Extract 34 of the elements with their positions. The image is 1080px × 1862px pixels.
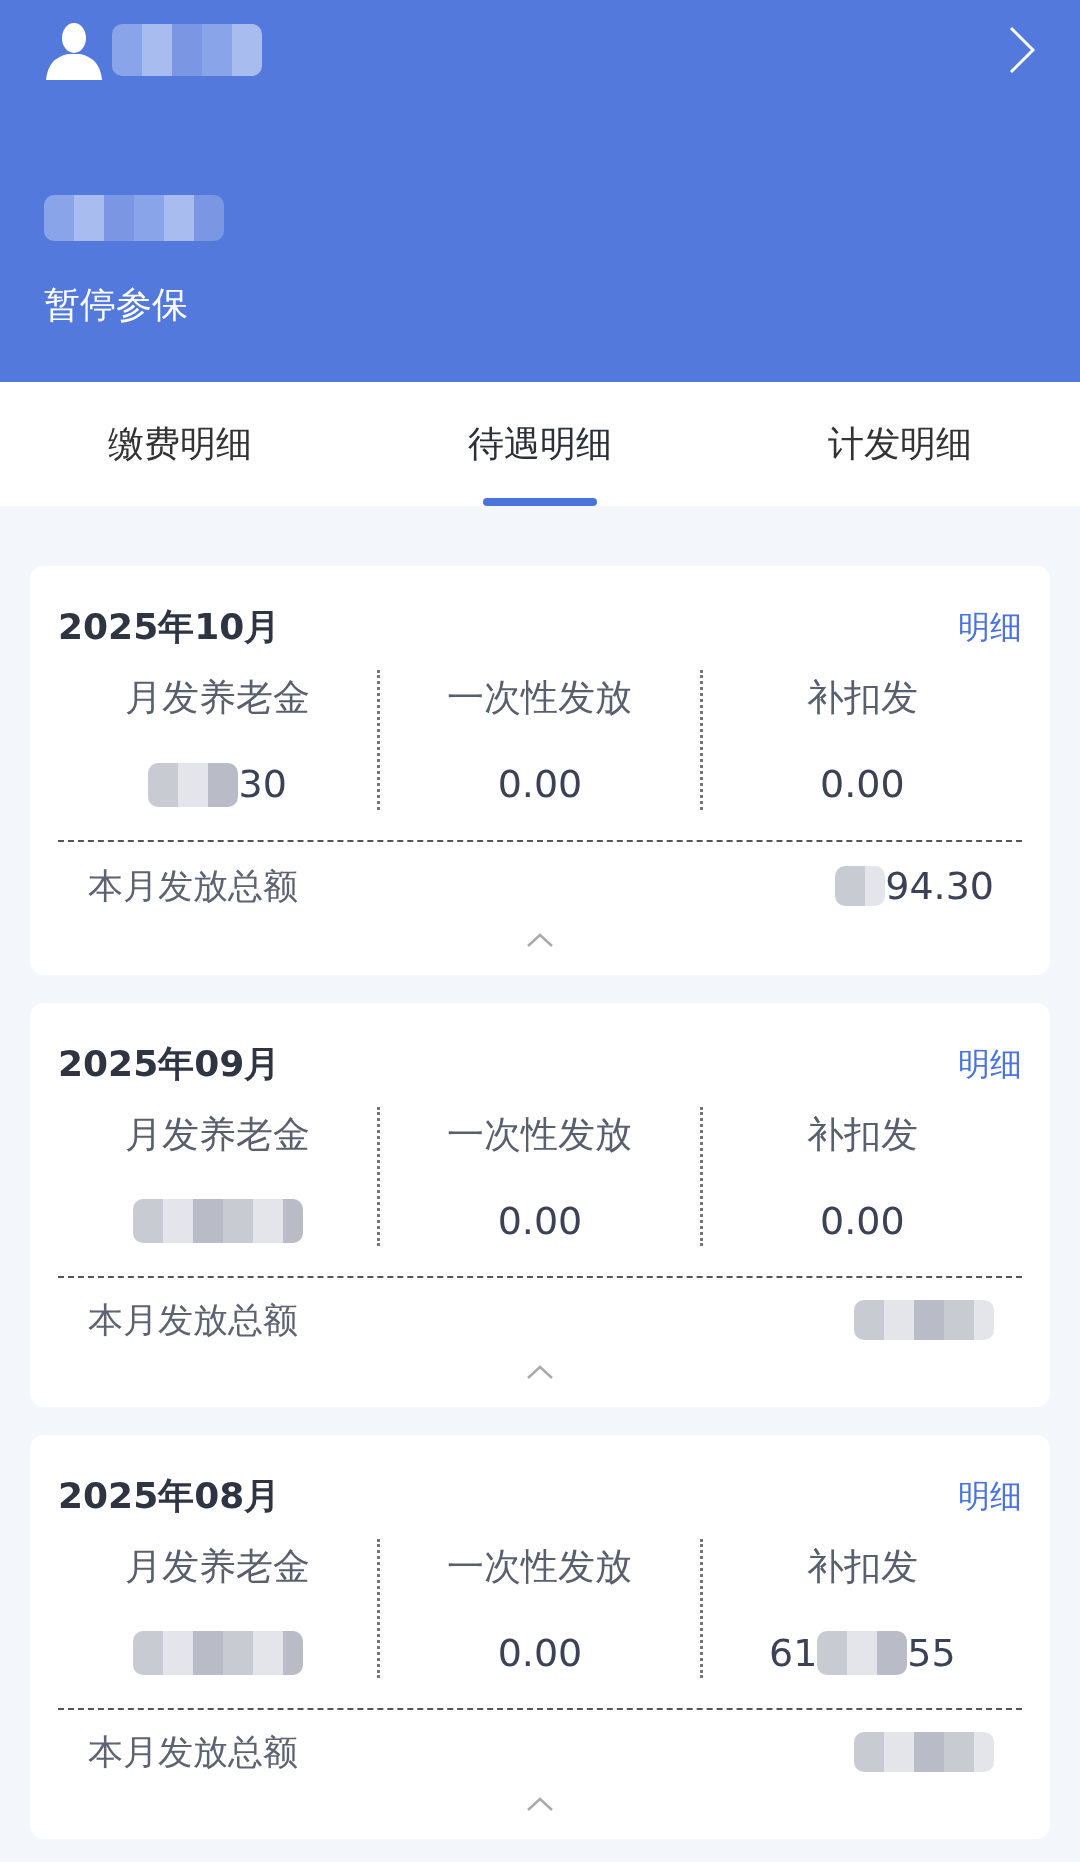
month-title: 2025年10月 [58, 605, 281, 649]
column-label: 月发养老金 [124, 675, 312, 721]
column-label: 一次性发放 [446, 1543, 634, 1590]
total-label: 本月发放总额 [87, 1731, 298, 1774]
status-text: 暂停参保 [44, 283, 189, 327]
tab[interactable]: 计发明细 [720, 382, 1080, 506]
detail-link[interactable]: 明细 [958, 1471, 1022, 1520]
amount-text: 30 [238, 761, 287, 808]
column-label: 补扣发 [805, 675, 919, 721]
amount-text: 0.00 [497, 761, 583, 808]
total-label: 本月发放总额 [87, 1299, 298, 1342]
amount-text: 0.00 [820, 1197, 905, 1245]
column-label: 一次性发放 [446, 675, 634, 721]
column-label: 补扣发 [805, 1543, 919, 1590]
amount-text: 94.30 [885, 862, 994, 910]
amount-text: 55 [907, 1629, 956, 1677]
total-label: 本月发放总额 [87, 864, 298, 908]
user-icon [44, 20, 104, 80]
tab[interactable]: 待遇明细 [360, 382, 720, 506]
amount-text: 0.00 [820, 761, 905, 808]
detail-link[interactable]: 明细 [958, 603, 1022, 651]
tab[interactable]: 缴费明细 [0, 382, 360, 506]
month-title: 2025年08月 [58, 1473, 281, 1518]
amount-text: 0.00 [497, 1197, 583, 1245]
amount-text: 0.00 [497, 1629, 583, 1677]
column-label: 一次性发放 [446, 1111, 634, 1158]
detail-link[interactable]: 明细 [958, 1039, 1022, 1088]
column-label: 月发养老金 [124, 1543, 312, 1590]
chevron-right-icon[interactable] [1008, 25, 1036, 75]
column-label: 月发养老金 [124, 1111, 312, 1158]
amount-text: 61 [768, 1629, 818, 1677]
month-title: 2025年09月 [58, 1041, 281, 1086]
column-label: 补扣发 [805, 1111, 919, 1158]
redaction-blur [835, 866, 886, 906]
